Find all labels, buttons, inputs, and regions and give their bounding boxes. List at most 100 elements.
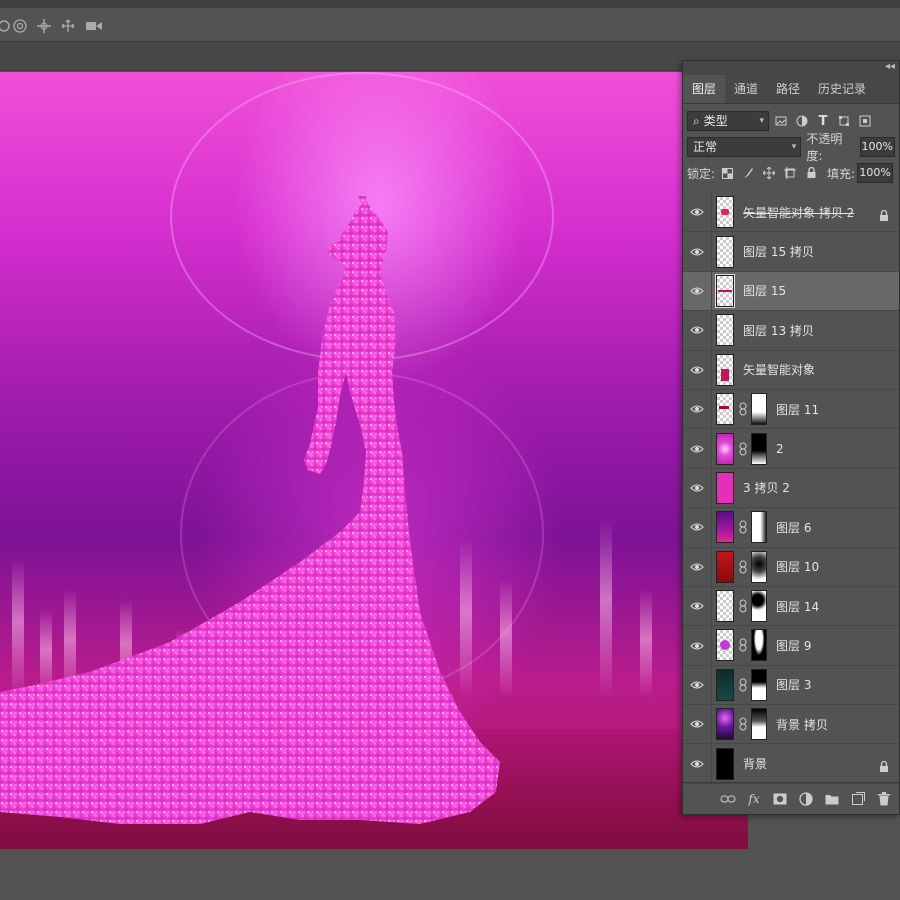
layer-row[interactable]: 背景 — [683, 744, 899, 784]
layer-name[interactable]: 2 — [776, 442, 784, 456]
layer-name[interactable]: 背景 — [743, 755, 767, 772]
layer-name[interactable]: 矢量智能对象 拷贝 2 — [743, 204, 854, 221]
eye-icon[interactable] — [683, 350, 712, 390]
eye-icon[interactable] — [683, 547, 712, 587]
layer-row[interactable]: 图层 14 — [683, 586, 899, 627]
layer-thumbnail — [716, 747, 734, 780]
layer-row[interactable]: 矢量智能对象 拷贝 2 — [683, 192, 899, 233]
eye-icon[interactable] — [683, 704, 712, 744]
lock-image-pixels-icon[interactable] — [739, 164, 757, 182]
layer-row[interactable]: 图层 15 拷贝 — [683, 232, 899, 272]
layer-mask-thumbnail[interactable] — [751, 550, 767, 583]
eye-icon[interactable] — [683, 468, 712, 508]
eye-icon[interactable] — [683, 310, 712, 350]
eye-icon[interactable] — [683, 744, 712, 784]
link-icon — [737, 560, 749, 574]
new-layer-icon[interactable] — [849, 790, 867, 808]
canvas-artwork[interactable] — [0, 72, 748, 849]
lock-artboard-icon[interactable] — [781, 164, 799, 182]
eye-icon[interactable] — [683, 665, 712, 705]
layers-panel: ◂◂ 图层 通道 路径 历史记录 ⌕ 类型 ▾ T 正常 ▾ 不透明度: 100… — [682, 60, 900, 815]
lock-position-icon[interactable] — [760, 164, 778, 182]
lock-row: 锁定: 填充: 100% — [683, 160, 899, 186]
new-group-icon[interactable] — [823, 790, 841, 808]
eye-icon[interactable] — [683, 271, 712, 311]
eye-icon[interactable] — [683, 389, 712, 429]
lock-transparent-pixels-icon[interactable] — [718, 164, 736, 182]
layer-row[interactable]: 图层 6 — [683, 507, 899, 548]
tab-layers[interactable]: 图层 — [683, 75, 726, 103]
pan-3d-icon[interactable] — [34, 16, 54, 36]
layer-thumbnail — [716, 353, 734, 386]
layer-mask-thumbnail[interactable] — [751, 511, 767, 544]
eye-icon[interactable] — [683, 586, 712, 626]
layers-panel-footer: fx — [683, 782, 899, 814]
eye-icon[interactable] — [683, 429, 712, 469]
slide-3d-icon[interactable] — [58, 16, 78, 36]
lock-icon — [879, 757, 889, 776]
layer-mask-thumbnail[interactable] — [751, 668, 767, 701]
roll-3d-icon[interactable] — [10, 16, 30, 36]
tab-history[interactable]: 历史记录 — [809, 75, 875, 103]
layer-row[interactable]: 图层 10 — [683, 547, 899, 587]
blend-mode-select[interactable]: 正常 ▾ — [687, 137, 802, 157]
fill-input[interactable]: 100% — [857, 163, 894, 183]
collapse-panel-icon[interactable]: ◂◂ — [885, 61, 895, 72]
lock-icon — [879, 206, 889, 225]
trash-icon[interactable] — [875, 790, 893, 808]
tab-channels[interactable]: 通道 — [725, 75, 767, 103]
video-camera-icon[interactable] — [84, 16, 104, 36]
filter-pixel-icon[interactable] — [772, 112, 790, 130]
layer-name[interactable]: 图层 15 拷贝 — [743, 243, 814, 260]
eye-icon[interactable] — [683, 507, 712, 547]
layer-mask-thumbnail[interactable] — [751, 590, 767, 623]
filter-type-icon[interactable]: T — [814, 112, 832, 130]
layer-name[interactable]: 图层 10 — [776, 558, 819, 575]
layer-row[interactable]: 图层 13 拷贝 — [683, 310, 899, 351]
filter-smart-object-icon[interactable] — [856, 112, 874, 130]
fx-button[interactable]: fx — [745, 790, 763, 808]
layer-name[interactable]: 图层 3 — [776, 676, 811, 693]
eye-icon[interactable] — [683, 192, 712, 232]
layer-thumbnail — [716, 629, 734, 662]
layer-name[interactable]: 3 拷贝 2 — [743, 479, 790, 496]
layer-name[interactable]: 图层 6 — [776, 519, 811, 536]
layer-row[interactable]: 矢量智能对象 — [683, 350, 899, 390]
adjustment-icon[interactable] — [797, 790, 815, 808]
layer-name[interactable]: 矢量智能对象 — [743, 361, 815, 378]
add-mask-icon[interactable] — [771, 790, 789, 808]
opacity-label: 不透明度: — [806, 132, 843, 163]
tab-paths[interactable]: 路径 — [767, 75, 809, 103]
lock-all-icon[interactable] — [802, 164, 820, 182]
filter-shape-icon[interactable] — [835, 112, 853, 130]
layer-thumbnail — [716, 393, 734, 426]
layer-row[interactable]: 2 — [683, 429, 899, 469]
layer-row[interactable]: 图层 3 — [683, 665, 899, 706]
layer-mask-thumbnail[interactable] — [751, 629, 767, 662]
opacity-input[interactable]: 100% — [859, 137, 895, 157]
layer-row[interactable]: 背景 拷贝 — [683, 704, 899, 745]
eye-icon[interactable] — [683, 232, 712, 272]
filter-adjustment-icon[interactable] — [793, 112, 811, 130]
layer-row[interactable]: 图层 9 — [683, 626, 899, 666]
eye-icon[interactable] — [683, 626, 712, 665]
layer-row[interactable]: 3 拷贝 2 — [683, 468, 899, 509]
layer-name[interactable]: 图层 15 — [743, 282, 786, 299]
layer-name[interactable]: 图层 11 — [776, 401, 819, 418]
layer-mask-thumbnail[interactable] — [751, 708, 767, 741]
layer-name[interactable]: 背景 拷贝 — [776, 716, 828, 733]
layer-mask-thumbnail[interactable] — [751, 432, 767, 465]
link-icon — [737, 678, 749, 692]
layer-name[interactable]: 图层 9 — [776, 637, 811, 654]
link-layers-icon[interactable] — [719, 790, 737, 808]
layer-mask-thumbnail[interactable] — [751, 393, 767, 426]
layer-name[interactable]: 图层 14 — [776, 598, 819, 615]
search-icon: ⌕ — [693, 114, 700, 128]
layer-filter-select[interactable]: ⌕ 类型 ▾ — [687, 111, 769, 131]
panel-tabs: 图层 通道 路径 历史记录 — [683, 75, 899, 104]
layer-name[interactable]: 图层 13 拷贝 — [743, 322, 814, 339]
layer-row[interactable]: 图层 11 — [683, 389, 899, 430]
layer-thumbnail — [716, 550, 734, 583]
link-icon — [737, 599, 749, 613]
layer-row-selected[interactable]: 图层 15 — [683, 271, 899, 312]
